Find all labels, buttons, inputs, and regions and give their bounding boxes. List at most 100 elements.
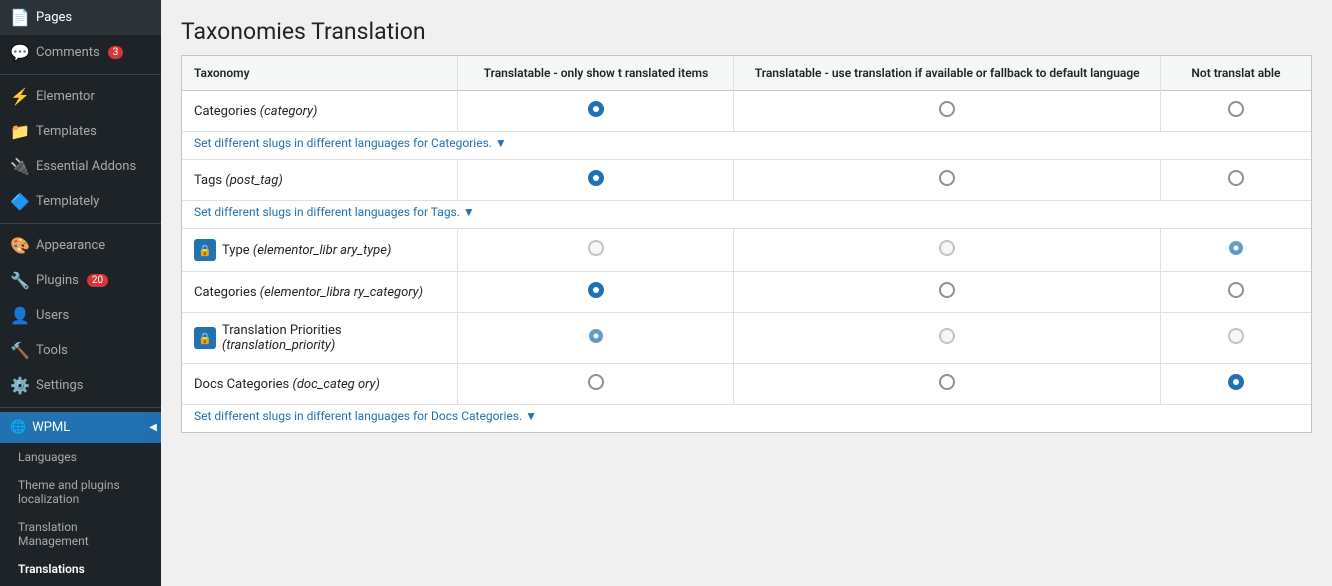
wpml-menu-item[interactable]: 🌐 WPML ◀	[0, 412, 161, 443]
radio-translatable-use[interactable]	[939, 170, 955, 186]
radio-cell-2	[734, 91, 1161, 132]
comments-icon: 💬	[10, 43, 30, 62]
wpml-icon: 🌐	[10, 420, 26, 435]
radio-cell-3	[1160, 364, 1311, 405]
wpml-theme-plugins-label: Theme and plugins localization	[18, 478, 120, 506]
radio-translatable-use-locked	[939, 328, 955, 344]
slug-cell: Set different slugs in different languag…	[182, 201, 1311, 229]
radio-cell-1	[458, 364, 734, 405]
sidebar: 📄 Pages 💬 Comments 3 ⚡ Elementor 📁 Templ…	[0, 0, 161, 586]
taxonomy-table-wrap: Taxonomy Translatable - only show t rans…	[181, 55, 1312, 433]
sidebar-item-users[interactable]: 👤 Users	[0, 298, 161, 333]
plugins-badge: 20	[87, 274, 108, 287]
sidebar-item-templates[interactable]: 📁 Templates	[0, 114, 161, 149]
slug-link-docs-categories[interactable]: Set different slugs in different languag…	[194, 409, 537, 423]
table-row: Docs Categories (doc_categ ory)	[182, 364, 1311, 405]
wpml-translations-item[interactable]: Translations	[0, 555, 161, 583]
tax-name-cell: Categories (category)	[182, 91, 458, 132]
tax-name-cell: 🔒 Translation Priorities (translation_pr…	[182, 313, 458, 364]
slug-link-categories[interactable]: Set different slugs in different languag…	[194, 136, 507, 150]
templates-icon: 📁	[10, 122, 30, 141]
radio-translatable-use[interactable]	[939, 101, 955, 117]
col-translatable-show: Translatable - only show t ranslated ite…	[458, 56, 734, 91]
sidebar-item-tools[interactable]: 🔨 Tools	[0, 333, 161, 368]
radio-translatable-show[interactable]	[588, 282, 604, 298]
pages-icon: 📄	[10, 8, 30, 27]
wpml-translation-management-label: Translation Management	[18, 520, 89, 548]
wpml-arrow-icon: ◀	[145, 412, 161, 443]
radio-translatable-use-locked	[939, 240, 955, 256]
radio-not-translatable[interactable]	[1228, 101, 1244, 117]
locked-tax-cell: 🔒 Translation Priorities (translation_pr…	[194, 323, 445, 353]
radio-translatable-show[interactable]	[588, 101, 604, 117]
radio-cell-2	[734, 313, 1161, 364]
radio-translatable-show[interactable]	[588, 170, 604, 186]
tax-name-cell: 🔒 Type (elementor_libr ary_type)	[182, 229, 458, 272]
slug-link-tags[interactable]: Set different slugs in different languag…	[194, 205, 475, 219]
sidebar-item-essential-addons[interactable]: 🔌 Essential Addons	[0, 149, 161, 184]
page-title: Taxonomies Translation	[181, 18, 1312, 45]
radio-not-translatable[interactable]	[1228, 282, 1244, 298]
sidebar-item-comments[interactable]: 💬 Comments 3	[0, 35, 161, 70]
sidebar-item-label: Elementor	[36, 89, 95, 104]
tax-name: Categories (elementor_libra ry_category)	[194, 285, 423, 300]
radio-cell-1	[458, 313, 734, 364]
slug-row: Set different slugs in different languag…	[182, 405, 1311, 433]
divider	[0, 407, 161, 408]
comments-badge: 3	[108, 46, 124, 59]
radio-cell-1	[458, 160, 734, 201]
radio-not-translatable-locked	[1229, 241, 1243, 255]
table-row: Categories (category)	[182, 91, 1311, 132]
tax-name: Type (elementor_libr ary_type)	[222, 243, 391, 258]
table-row: Tags (post_tag)	[182, 160, 1311, 201]
slug-cell: Set different slugs in different languag…	[182, 405, 1311, 433]
plugins-icon: 🔧	[10, 271, 30, 290]
radio-cell-2	[734, 272, 1161, 313]
radio-cell-3	[1160, 313, 1311, 364]
radio-not-translatable[interactable]	[1228, 170, 1244, 186]
table-row: Categories (elementor_libra ry_category)	[182, 272, 1311, 313]
sidebar-item-templately[interactable]: 🔷 Templately	[0, 184, 161, 219]
sidebar-item-elementor[interactable]: ⚡ Elementor	[0, 79, 161, 114]
radio-translatable-use[interactable]	[939, 374, 955, 390]
page-header: Taxonomies Translation	[161, 0, 1332, 55]
sidebar-item-label: Essential Addons	[36, 159, 136, 174]
sidebar-item-label: Settings	[36, 378, 83, 393]
radio-translatable-show[interactable]	[588, 374, 604, 390]
elementor-icon: ⚡	[10, 87, 30, 106]
radio-not-translatable-locked	[1228, 328, 1244, 344]
tax-name: Translation Priorities (translation_prio…	[222, 323, 445, 353]
sidebar-item-pages[interactable]: 📄 Pages	[0, 0, 161, 35]
wpml-theme-plugins-item[interactable]: Theme and plugins localization	[0, 471, 161, 513]
lock-icon: 🔒	[194, 327, 216, 349]
radio-translatable-show-locked	[589, 329, 603, 343]
radio-translatable-use[interactable]	[939, 282, 955, 298]
wpml-translations-label: Translations	[18, 562, 85, 576]
sidebar-item-settings[interactable]: ⚙️ Settings	[0, 368, 161, 403]
sidebar-item-label: Templately	[36, 194, 99, 209]
locked-tax-cell: 🔒 Type (elementor_libr ary_type)	[194, 239, 391, 261]
divider	[0, 74, 161, 75]
sidebar-item-appearance[interactable]: 🎨 Appearance	[0, 228, 161, 263]
tax-name: Docs Categories (doc_categ ory)	[194, 377, 380, 392]
col-translatable-use: Translatable - use translation if availa…	[734, 56, 1161, 91]
wpml-translation-management-item[interactable]: Translation Management	[0, 513, 161, 555]
sidebar-item-label: Templates	[36, 124, 97, 139]
radio-not-translatable[interactable]	[1228, 374, 1244, 390]
sidebar-item-label: Plugins	[36, 273, 79, 288]
sidebar-item-plugins[interactable]: 🔧 Plugins 20	[0, 263, 161, 298]
sidebar-item-label: Users	[36, 308, 69, 323]
radio-cell-3	[1160, 229, 1311, 272]
tax-name-cell: Categories (elementor_libra ry_category)	[182, 272, 458, 313]
settings-icon: ⚙️	[10, 376, 30, 395]
radio-cell-1	[458, 229, 734, 272]
tax-name: Categories (category)	[194, 104, 317, 119]
tax-name: Tags (post_tag)	[194, 173, 283, 188]
wpml-submenu: Languages Theme and plugins localization…	[0, 443, 161, 583]
wpml-label: WPML	[32, 420, 70, 435]
col-not-translatable: Not translat able	[1160, 56, 1311, 91]
wpml-languages-item[interactable]: Languages	[0, 443, 161, 471]
radio-cell-2	[734, 229, 1161, 272]
slug-row: Set different slugs in different languag…	[182, 201, 1311, 229]
templately-icon: 🔷	[10, 192, 30, 211]
